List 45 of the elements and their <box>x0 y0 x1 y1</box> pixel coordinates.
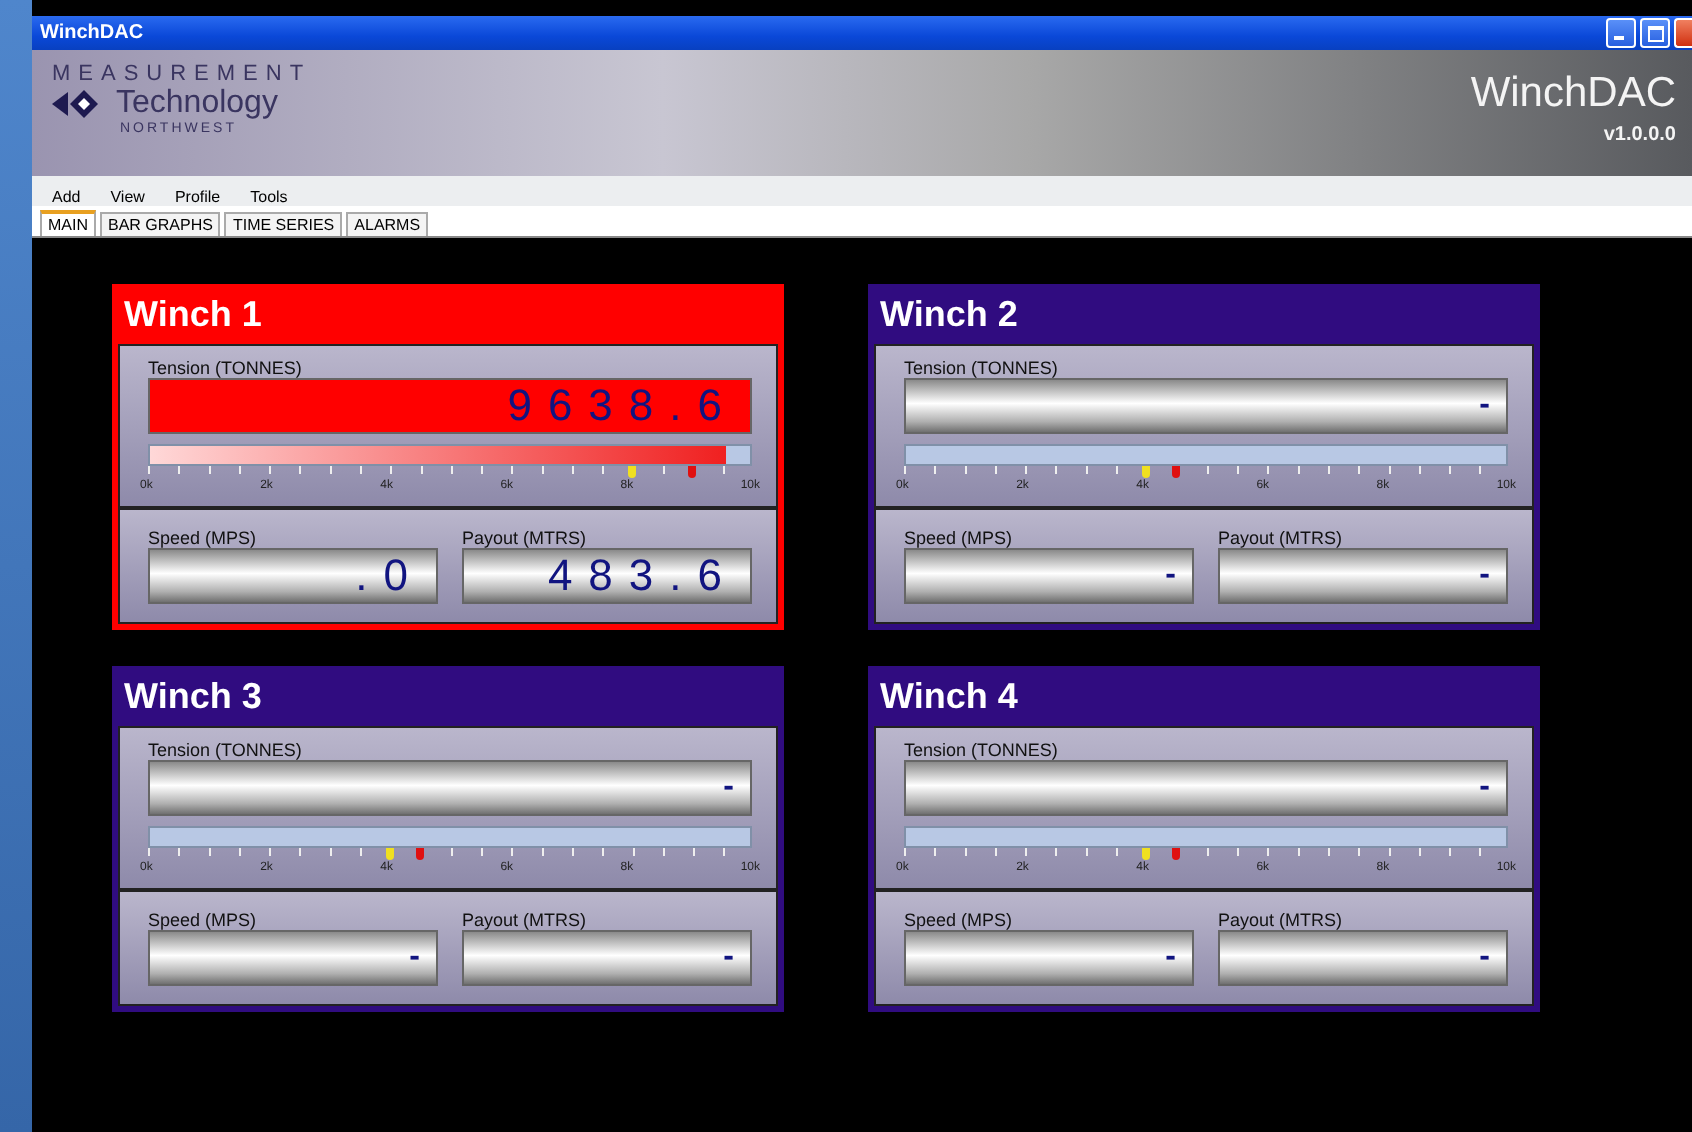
tab[interactable]: TIME SERIES <box>224 212 343 236</box>
minimize-button[interactable] <box>1606 18 1636 48</box>
tension-display: 9638.6 <box>148 378 752 435</box>
speed-label: Speed (MPS) <box>148 527 259 548</box>
tension-display: - <box>904 378 1508 435</box>
maximize-icon <box>1647 25 1663 41</box>
panel-title: Winch 4 <box>878 673 1020 719</box>
app-name: WinchDAC <box>1470 70 1676 118</box>
panel-title: Winch 3 <box>122 673 264 719</box>
panel-title: Winch 2 <box>878 291 1020 337</box>
payout-label: Payout (MTRS) <box>1218 909 1345 930</box>
speed-display: - <box>904 547 1194 604</box>
panel-title: Winch 1 <box>122 291 264 337</box>
menu-item[interactable]: Add <box>52 188 81 206</box>
speed-display: .0 <box>148 547 438 604</box>
window-title: WinchDAC <box>40 22 146 44</box>
payout-display: - <box>462 929 752 986</box>
menu-item[interactable]: Profile <box>174 188 221 206</box>
payout-display: 483.6 <box>462 547 752 604</box>
tension-display: - <box>148 760 752 817</box>
payout-display: - <box>1218 547 1508 604</box>
payout-label: Payout (MTRS) <box>462 527 589 548</box>
payout-display: - <box>1218 929 1508 986</box>
tension-display: - <box>904 760 1508 817</box>
tension-label: Tension (TONNES) <box>904 740 1060 761</box>
version-label: v1.0.0.0 <box>1603 124 1676 146</box>
maximize-button[interactable] <box>1640 18 1670 48</box>
menu-item[interactable]: Tools <box>250 188 288 206</box>
tab[interactable]: BAR GRAPHS <box>100 212 221 236</box>
speed-display: - <box>904 929 1194 986</box>
tab[interactable]: ALARMS <box>346 212 429 236</box>
payout-label: Payout (MTRS) <box>462 909 589 930</box>
tab[interactable]: MAIN <box>40 210 96 236</box>
close-button[interactable] <box>1674 18 1692 48</box>
menu-item[interactable]: View <box>110 188 145 206</box>
payout-label: Payout (MTRS) <box>1218 527 1345 548</box>
tension-label: Tension (TONNES) <box>904 358 1060 379</box>
speed-label: Speed (MPS) <box>904 527 1015 548</box>
speed-display: - <box>148 929 438 986</box>
tension-label: Tension (TONNES) <box>148 740 304 761</box>
logo-text: MEASUREMENT <box>52 62 312 86</box>
tension-label: Tension (TONNES) <box>148 358 304 379</box>
speed-label: Speed (MPS) <box>148 909 259 930</box>
logo-text: Technology <box>116 86 278 122</box>
speed-label: Speed (MPS) <box>904 909 1015 930</box>
